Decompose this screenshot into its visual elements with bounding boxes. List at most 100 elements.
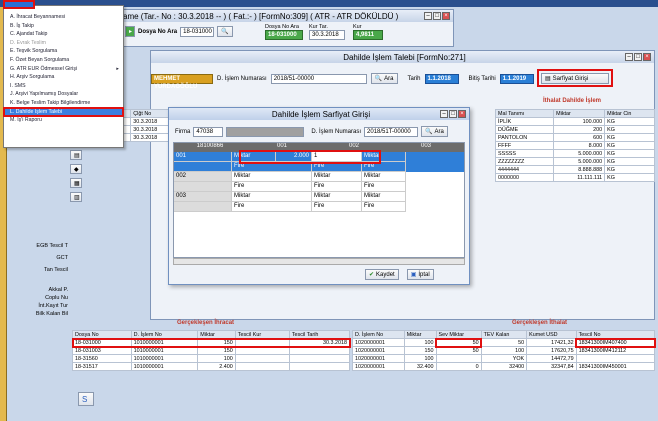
report-icon[interactable]: ▥ (70, 192, 82, 202)
menu-item-evrak-teslim[interactable]: D. Evrak Teslim (4, 39, 123, 48)
menu-item-label: G. ATR EUR Ödmessel Girişi (10, 65, 78, 72)
tarih-label: Tarih (407, 75, 421, 82)
menu-open-button[interactable] (3, 0, 35, 9)
maximize-button[interactable]: □ (449, 110, 457, 118)
kur-value: 4,9811 (353, 30, 383, 40)
int-kayit-label: İnt.Kayıt Tur (38, 303, 68, 309)
menu-item-is-raporu[interactable]: M. İş'i Raporu (4, 116, 123, 125)
table-row[interactable]: PANTOLON 600 KG (494, 133, 655, 142)
cancel-icon: ▣ (410, 272, 417, 278)
dosya-no-small-label: Dosya No Ara (265, 24, 299, 30)
grid-row[interactable]: 002 Miktar Miktar Miktar Fire Fire Fire (174, 172, 464, 192)
menu-item-dahilde-islem-talebi[interactable]: L. Dahilde İşlem Talebi (3, 106, 124, 118)
col-header: Tescil No (575, 330, 656, 339)
menu-item-arsiv-sorgulama[interactable]: H. Arşiv Sorgulama (4, 73, 123, 82)
islem-no-input[interactable]: 2018/51-00000 (270, 73, 367, 84)
table-row[interactable]: 0000000 11.111.111 KG (494, 173, 655, 182)
menu-item-tesvik-sorgulama[interactable]: E. Teşvik Sorgulama (4, 47, 123, 56)
table-row[interactable]: İPLİK 100.000 KG (494, 117, 655, 126)
dropdown-menu: A. İhracat Beyannamesi B. İş Takip C. Aj… (3, 5, 124, 148)
islem-no-input[interactable]: 2018/51T-00000 (364, 126, 419, 137)
horizontal-scrollbar[interactable] (173, 258, 465, 265)
menu-item-belge-teslim[interactable]: K. Belge Teslim Takip Bilgilendirme (4, 99, 123, 108)
menu-item-ihracat-beyannamesi[interactable]: A. İhracat Beyannamesi (4, 13, 123, 22)
ithalat-title: İthalat Dahilde İşlem (543, 98, 602, 104)
ara-button[interactable]: 🔍 Ara (370, 73, 398, 84)
table-row[interactable]: 1020000001 150 50 100 17620,75 18341300IM4121… (352, 346, 656, 355)
sarfiyat-dialog: Dahilde İşlem Sarfiyat Girişi – □ × Firm… (168, 107, 470, 285)
search-icon: 🔍 (374, 76, 383, 82)
sg-icon[interactable]: S (78, 392, 94, 406)
dahilde-titlebar: Dahilde İşlem Talebi [FormNo:271] (151, 51, 654, 63)
go-icon[interactable]: ▸ (125, 26, 135, 37)
close-button[interactable]: × (442, 12, 450, 20)
sarfiyat-girisi-button[interactable]: ▤ Sarfiyat Girişi (541, 73, 609, 84)
bitis-label: Bitiş Tarihi (468, 75, 496, 82)
dosya-no-input[interactable]: 18-031000 (180, 26, 215, 37)
grid-row[interactable]: 003 Miktar Miktar Miktar Fire Fire Fire (174, 192, 464, 212)
kaydet-label: Kaydet (376, 271, 395, 278)
table-row[interactable]: 1020000001 32.400 0 32400 32347,84 18341300IM… (352, 362, 656, 371)
col-header: Dosya No (72, 330, 132, 339)
grid-col-header: 18100866 (196, 143, 224, 149)
table-row[interactable]: DÜĞME 200 KG (494, 125, 655, 134)
menu-item-is-takip[interactable]: B. İş Takip (4, 22, 123, 31)
minimize-button[interactable]: – (424, 12, 432, 20)
document-icon[interactable]: ▦ (70, 178, 82, 188)
firma-name-field (226, 126, 305, 137)
table-row[interactable]: 18-031000 1010000001 150 30.3.2018 (71, 337, 351, 348)
table-row[interactable]: 18-31517 1010000001 2.400 (72, 362, 351, 371)
kur-tar-input[interactable]: 30.3.2018 (309, 30, 345, 40)
col-header: D. İşlem No (352, 330, 405, 339)
close-button[interactable]: × (458, 110, 466, 118)
akkal-label: Akkal P. (48, 287, 68, 293)
kaydet-button[interactable]: ✔ Kaydet (365, 269, 399, 280)
col-header: Miktar (553, 109, 606, 118)
col-header: Miktar (197, 330, 236, 339)
folder-icon[interactable]: ◆ (70, 164, 82, 174)
table-row[interactable]: FFFF 8.000 KG (494, 141, 655, 150)
minimize-button[interactable]: – (625, 53, 633, 61)
print-icon[interactable]: ▤ (70, 150, 82, 160)
firma-input[interactable]: 47038 (193, 126, 224, 137)
iptal-label: İptal (418, 271, 430, 278)
ara-button[interactable]: 🔍 Ara (421, 126, 448, 137)
ihracat-title: Gerçekleşen İhracat (177, 320, 235, 326)
table-row[interactable]: ZZZZZZZZ 5.000.000 KG (494, 157, 655, 166)
tarih-value[interactable]: 1.1.2018 (424, 73, 459, 84)
sarfiyat-label: Sarfiyat Girişi (552, 75, 589, 82)
table-row[interactable]: 4444444 8.888.888 KG (494, 165, 655, 174)
dialog-titlebar: Dahilde İşlem Sarfiyat Girişi (169, 108, 469, 120)
menu-item-ozet-beyan[interactable]: F. Özet Beyan Sorgulama (4, 56, 123, 65)
minimize-button[interactable]: – (440, 110, 448, 118)
ithalat-gercek-title: Gerçekleşen İthalat (512, 320, 568, 326)
col-header: Kumet USD (526, 330, 577, 339)
menu-item-atr-eur[interactable]: G. ATR EUR Ödmessel Girişi ▸ (4, 65, 123, 74)
ara-label: Ara (384, 75, 394, 82)
miktar-highlight (239, 150, 381, 164)
col-header: TEV Kalan (480, 330, 528, 339)
main-window: ame (Tar.- No : 30.3.2018 -- ) ( Fat.:- … (118, 9, 454, 47)
maximize-button[interactable]: □ (634, 53, 642, 61)
table-row[interactable]: SSSSS 5.000.000 KG (494, 149, 655, 158)
col-header: D. İşlem No (130, 330, 199, 339)
close-button[interactable]: × (643, 53, 651, 61)
menu-item-sms[interactable]: I. SMS (4, 82, 123, 91)
search-button[interactable]: 🔍 (217, 26, 233, 37)
table-row[interactable]: 1020000001 100 YOK 14472,79 (352, 354, 656, 363)
menu-item-arsivi-yapilmamis[interactable]: J. Arşivi Yapılmamış Dosyalar (4, 90, 123, 99)
table-row[interactable]: 18-31560 1010000001 100 (72, 354, 351, 363)
bilk-kalan-label: Bilk Kalan Bil (35, 311, 68, 317)
sarfiyat-button-highlight: ▤ Sarfiyat Girişi (537, 69, 613, 87)
maximize-button[interactable]: □ (433, 12, 441, 20)
submenu-arrow-icon: ▸ (116, 65, 119, 72)
table-row[interactable]: 1020000001 100 50 50 17421,32 18341300IM40740… (352, 337, 656, 348)
table-row[interactable]: 18-031003 1010000001 150 (72, 346, 351, 355)
col-header: Mal Tanımı (494, 109, 555, 118)
iptal-button[interactable]: ▣ İptal (406, 269, 434, 280)
col-header: Tescil Kur (234, 330, 290, 339)
main-window-titlebar: ame (Tar.- No : 30.3.2018 -- ) ( Fat.:- … (119, 10, 453, 22)
bitis-value[interactable]: 1.1.2019 (499, 73, 534, 84)
dahilde-title: Dahilde İşlem Talebi [FormNo:271] (343, 52, 466, 62)
menu-item-ajandat-takip[interactable]: C. Ajandat Takip (4, 30, 123, 39)
